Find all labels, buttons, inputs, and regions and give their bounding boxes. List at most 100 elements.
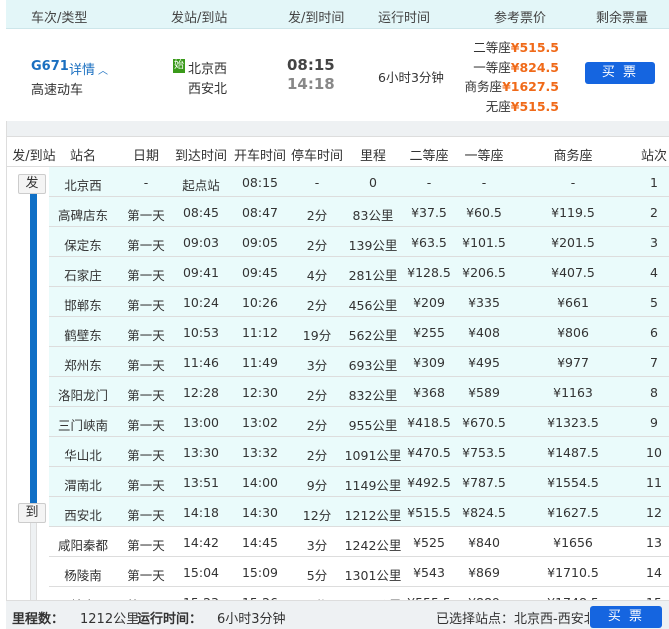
price-list: 二等座¥515.5 一等座¥824.5 商务座¥1627.5 无座¥515.5 (465, 38, 559, 116)
price-2nd: ¥492.5 (407, 475, 451, 490)
arrive-time: 08:45 (182, 205, 220, 220)
distance: 955公里 (348, 418, 398, 433)
stop-row: 保定东 第一天 09:03 09:05 2分 139公里 ¥63.5 ¥101.5 ¥201.5… (49, 227, 669, 257)
arrive-time: 起点站 (182, 178, 220, 193)
distance: 832公里 (348, 388, 398, 403)
station-name: 北京西 (64, 178, 102, 193)
depart-time: 14:00 (241, 475, 279, 490)
stop-duration: - (314, 175, 320, 190)
stop-seq: 8 (650, 385, 658, 400)
price-1st: ¥408 (468, 325, 500, 340)
th-1st: 一等座 (464, 149, 504, 164)
price-2nd: ¥63.5 (411, 235, 447, 250)
price-2nd: ¥543 (413, 565, 445, 580)
depart-time: 09:05 (241, 235, 279, 250)
price-1st: ¥60.5 (466, 205, 502, 220)
stop-row: 咸阳秦都 第一天 14:42 14:45 3分 1242公里 ¥525 ¥840 ¥1656 13 (49, 527, 669, 557)
distance: 1301公里 (344, 568, 402, 583)
arrive-time: 09:41 (182, 265, 220, 280)
station-name: 三门峡南 (57, 418, 109, 433)
results-header: 车次/类型 发站/到站 发/到时间 运行时间 参考票价 剩余票量 (6, 0, 669, 29)
stop-row: 岐山第一天15:2315:263分1342公里¥555.5¥889¥1748.5… (49, 587, 669, 600)
th-station: 站名 (69, 149, 97, 164)
distance-label: 里程数： (12, 612, 65, 627)
station-name: 保定东 (64, 238, 102, 253)
depart-time: 13:32 (241, 445, 279, 460)
distance: 1091公里 (344, 448, 402, 463)
footer-bar: 里程数： 1212公里 运行时间： 6小时3分钟 已选择站点：北京西-西安北 买… (6, 600, 669, 629)
selected-stations: 已选择站点：北京西-西安北 (436, 612, 597, 627)
time-value: 6小时3分钟 (217, 612, 286, 627)
stop-row: 西安北 第一天 14:18 14:30 12分 1212公里 ¥515.5 ¥824.5 ¥16… (49, 497, 669, 527)
price-business: ¥1656 (553, 535, 593, 550)
stop-seq: 9 (650, 415, 658, 430)
price-2nd: 二等座¥515.5 (473, 40, 559, 55)
stop-seq: 3 (650, 235, 658, 250)
depart-time: 15:09 (241, 565, 279, 580)
price-1st: ¥787.5 (462, 475, 506, 490)
date: 第一天 (127, 358, 165, 373)
price-1st: ¥335 (468, 295, 500, 310)
stop-row: 渭南北 第一天 13:51 14:00 9分 1149公里 ¥492.5 ¥787.5 ¥155… (49, 467, 669, 497)
col-stations: 发站/到站 (171, 11, 228, 26)
price-1st: ¥206.5 (462, 265, 506, 280)
th-seq: 站次 (640, 149, 668, 164)
arrive-time: 10:24 (182, 295, 220, 310)
price-1st: 一等座¥824.5 (473, 59, 559, 75)
train-code[interactable]: G671 (31, 59, 69, 74)
arrive-time: 14:18 (182, 505, 220, 520)
col-duration: 运行时间 (378, 11, 431, 26)
depart-time: 10:26 (241, 295, 279, 310)
price-business: ¥806 (557, 325, 589, 340)
price-business: ¥407.5 (551, 265, 595, 280)
stop-seq: 11 (646, 475, 662, 490)
station-name: 西安北 (64, 508, 102, 523)
stop-duration: 3分 (306, 358, 328, 373)
station-name: 郑州东 (64, 358, 102, 373)
price-business: ¥1627.5 (547, 505, 599, 520)
distance: 0 (369, 175, 377, 190)
arrive-time: 13:00 (182, 415, 220, 430)
date: 第一天 (127, 508, 165, 523)
panel-strip (7, 121, 669, 137)
stop-duration: 2分 (306, 418, 328, 433)
date: 第一天 (127, 568, 165, 583)
station-name: 邯郸东 (64, 298, 102, 313)
footer-buy-button[interactable]: 买 票 (590, 606, 662, 628)
price-standing: 无座¥515.5 (485, 98, 559, 114)
distance: 1212公里 (344, 508, 402, 523)
stop-seq: 4 (650, 265, 658, 280)
depart-time: 08:15 (287, 56, 335, 74)
duration: 6小时3分钟 (378, 70, 444, 85)
stop-duration: 2分 (306, 388, 328, 403)
price-1st: ¥589 (468, 385, 500, 400)
stop-seq: 7 (650, 355, 658, 370)
stop-duration: 2分 (306, 238, 328, 253)
price-1st: ¥495 (468, 355, 500, 370)
arrive-time: 10:53 (182, 325, 220, 340)
train-row: G671 详情 ︿ 高速动车 始 北京西 西安北 08:15 14:18 6小时3… (0, 29, 669, 121)
detail-link[interactable]: 详情 ︿ (69, 59, 108, 78)
price-1st: ¥869 (468, 565, 500, 580)
arrive-time: 13:51 (182, 475, 220, 490)
date: 第一天 (127, 328, 165, 343)
price-business: ¥201.5 (551, 235, 595, 250)
price-business: ¥1710.5 (547, 565, 599, 580)
station-name: 华山北 (64, 448, 102, 463)
depart-time: 12:30 (241, 385, 279, 400)
stop-duration: 2分 (306, 448, 328, 463)
date: 第一天 (127, 538, 165, 553)
price-2nd: ¥368 (413, 385, 445, 400)
price-business: ¥119.5 (551, 205, 595, 220)
date: 第一天 (127, 418, 165, 433)
price-1st: - (481, 175, 487, 190)
depart-time: 08:15 (241, 175, 279, 190)
buy-ticket-button[interactable]: 买 票 (585, 62, 655, 84)
arrive-time: 15:04 (182, 565, 220, 580)
arrive-tag: 到 (18, 503, 46, 523)
distance: 83公里 (352, 208, 394, 223)
stop-row: 三门峡南 第一天 13:00 13:02 2分 955公里 ¥418.5 ¥670.5 ¥132… (49, 407, 669, 437)
station-name: 石家庄 (64, 268, 102, 283)
stop-row: 郑州东 第一天 11:46 11:49 3分 693公里 ¥309 ¥495 ¥977 7 (49, 347, 669, 377)
distance: 456公里 (348, 298, 398, 313)
